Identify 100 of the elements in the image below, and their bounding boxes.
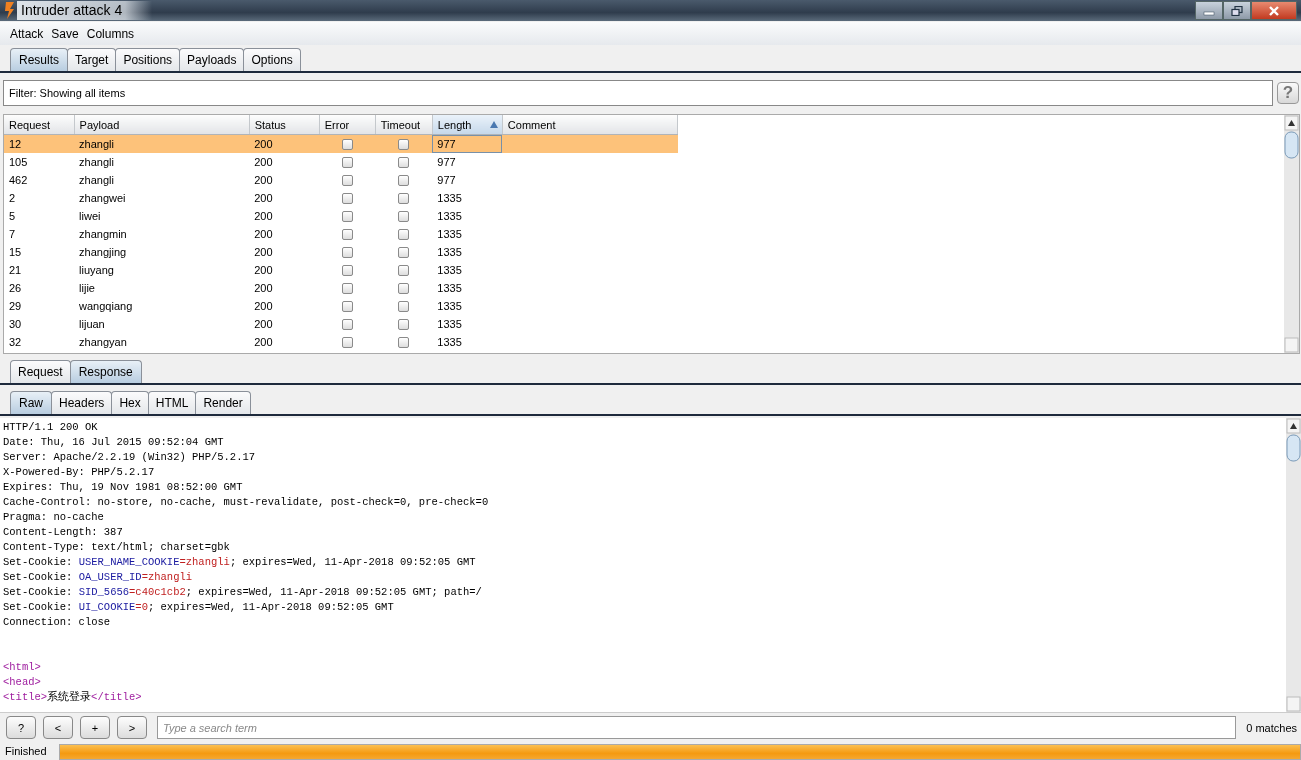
table-row[interactable]: 30 lijuan 200 1335 xyxy=(4,315,678,333)
code-line: X-Powered-By: PHP/5.2.17 xyxy=(3,465,156,480)
table-cell-text: 7 xyxy=(8,227,17,242)
search-toolbar-button[interactable]: ? xyxy=(6,716,36,739)
checkbox[interactable] xyxy=(341,139,353,151)
column-header[interactable]: Timeout xyxy=(375,115,433,135)
table-row[interactable]: 29 wangqiang 200 1335 xyxy=(4,297,678,315)
column-header[interactable]: Status xyxy=(249,115,320,135)
status-text: Finished xyxy=(5,745,47,757)
menu-item[interactable]: Attack xyxy=(6,26,48,41)
checkbox[interactable] xyxy=(398,247,410,259)
tab[interactable]: Target xyxy=(67,48,117,71)
code-line: Connection: close xyxy=(3,615,112,630)
checkbox[interactable] xyxy=(341,157,353,169)
checkbox[interactable] xyxy=(341,193,353,205)
table-cell-text: zhangwei xyxy=(78,191,127,206)
checkbox[interactable] xyxy=(398,193,410,205)
code-line: <html> xyxy=(3,660,42,675)
code-line: Content-Type: text/html; charset=gbk xyxy=(3,540,231,555)
checkbox[interactable] xyxy=(398,175,410,187)
table-cell-text: 200 xyxy=(253,227,274,242)
checkbox[interactable] xyxy=(341,229,353,241)
table-row[interactable]: 2 zhangwei 200 1335 xyxy=(4,189,678,207)
search-toolbar-button[interactable]: > xyxy=(117,716,147,739)
tab[interactable]: Hex xyxy=(111,391,149,414)
table-row[interactable]: 5 liwei 200 1335 xyxy=(4,207,678,225)
checkbox[interactable] xyxy=(341,247,353,259)
table-cell-text: 1335 xyxy=(436,335,463,350)
column-header[interactable]: Error xyxy=(319,115,376,135)
table-row[interactable]: 21 liuyang 200 1335 xyxy=(4,261,678,279)
tab[interactable]: Options xyxy=(243,48,301,71)
menu-item[interactable]: Columns xyxy=(82,26,139,41)
checkbox[interactable] xyxy=(341,283,353,295)
table-row[interactable]: 15 zhangjing 200 1335 xyxy=(4,243,678,261)
table-row[interactable]: 12 zhangli 200 977 xyxy=(4,134,678,153)
checkbox[interactable] xyxy=(341,301,353,313)
checkbox[interactable] xyxy=(398,265,410,277)
close-icon xyxy=(1268,5,1280,16)
search-field[interactable]: Type a search term xyxy=(157,716,1237,739)
table-cell-text: lijuan xyxy=(78,317,106,332)
code-line: Set-Cookie: OA_USER_ID=zhangli xyxy=(3,570,194,585)
checkbox[interactable] xyxy=(398,211,410,223)
tab[interactable]: Request xyxy=(10,360,71,383)
tab[interactable]: Payloads xyxy=(179,48,245,71)
code-line: Set-Cookie: USER_NAME_COOKIE=zhangli; expires=Wed, 11-Apr-2018 09:52:05 GMT xyxy=(3,555,477,570)
tab[interactable]: HTML xyxy=(147,391,197,414)
checkbox[interactable] xyxy=(341,175,353,187)
column-header[interactable]: Payload xyxy=(74,115,250,135)
table-row[interactable]: 26 lijie 200 1335 xyxy=(4,279,678,297)
code-line: HTTP/1.1 200 OK xyxy=(3,420,99,435)
table-cell-text: 200 xyxy=(253,173,274,188)
checkbox[interactable] xyxy=(398,229,410,241)
column-header[interactable]: Request xyxy=(4,115,75,135)
tab[interactable]: Results xyxy=(10,48,68,71)
table-row[interactable]: 32 zhangyan 200 1335 xyxy=(4,333,678,351)
code-line: Expires: Thu, 19 Nov 1981 08:52:00 GMT xyxy=(3,480,244,495)
tab[interactable]: Raw xyxy=(10,391,52,414)
minimize-button[interactable] xyxy=(1195,1,1223,20)
table-cell-text: 1335 xyxy=(436,317,463,332)
tab[interactable]: Render xyxy=(195,391,251,414)
tab[interactable]: Headers xyxy=(51,391,113,414)
search-toolbar-button[interactable]: + xyxy=(80,716,110,739)
column-header[interactable]: Length xyxy=(432,115,503,135)
restore-button[interactable] xyxy=(1223,1,1251,20)
table-row[interactable]: 462 zhangli 200 977 xyxy=(4,171,678,189)
help-button[interactable]: ? xyxy=(1277,82,1299,104)
search-toolbar-button[interactable]: < xyxy=(43,716,73,739)
tab[interactable]: Positions xyxy=(115,48,181,71)
scrollbar[interactable] xyxy=(1284,115,1299,353)
table-cell-text: 1335 xyxy=(436,263,463,278)
checkbox[interactable] xyxy=(398,337,410,349)
scrollbar[interactable] xyxy=(1286,418,1301,712)
checkbox[interactable] xyxy=(341,265,353,277)
table-cell-text: 26 xyxy=(8,281,23,296)
app-logo-icon xyxy=(3,1,17,20)
column-header[interactable]: Comment xyxy=(502,115,678,135)
close-button[interactable] xyxy=(1251,1,1297,20)
table-cell-text: 200 xyxy=(253,299,274,314)
code-line: <title>系统登录</title> xyxy=(3,690,143,705)
checkbox[interactable] xyxy=(398,139,410,151)
code-line: Set-Cookie: SID_5656=c40c1cb2; expires=Wed, 11-Apr-2018 09:52:05 GMT; path=/ xyxy=(3,585,483,600)
restore-icon xyxy=(1231,5,1243,16)
checkbox[interactable] xyxy=(398,283,410,295)
table-cell-text: 1335 xyxy=(436,299,463,314)
checkbox[interactable] xyxy=(341,319,353,331)
checkbox[interactable] xyxy=(341,337,353,349)
checkbox[interactable] xyxy=(398,157,410,169)
checkbox[interactable] xyxy=(398,301,410,313)
table-cell-text: 200 xyxy=(253,335,274,350)
filter-bar[interactable]: Filter: Showing all items xyxy=(3,80,1273,106)
checkbox[interactable] xyxy=(398,319,410,331)
code-line: Content-Length: 387 xyxy=(3,525,124,540)
table-row[interactable]: 105 zhangli 200 977 xyxy=(4,153,678,171)
menu-item[interactable]: Save xyxy=(47,26,83,41)
table-row[interactable]: 7 zhangmin 200 1335 xyxy=(4,225,678,243)
code-line: Set-Cookie: UI_COOKIE=0; expires=Wed, 11-Apr-2018 09:52:05 GMT xyxy=(3,600,395,615)
tab[interactable]: Response xyxy=(69,360,142,383)
code-line: Date: Thu, 16 Jul 2015 09:52:04 GMT xyxy=(3,435,225,450)
table-cell-text: 1335 xyxy=(436,281,463,296)
checkbox[interactable] xyxy=(341,211,353,223)
